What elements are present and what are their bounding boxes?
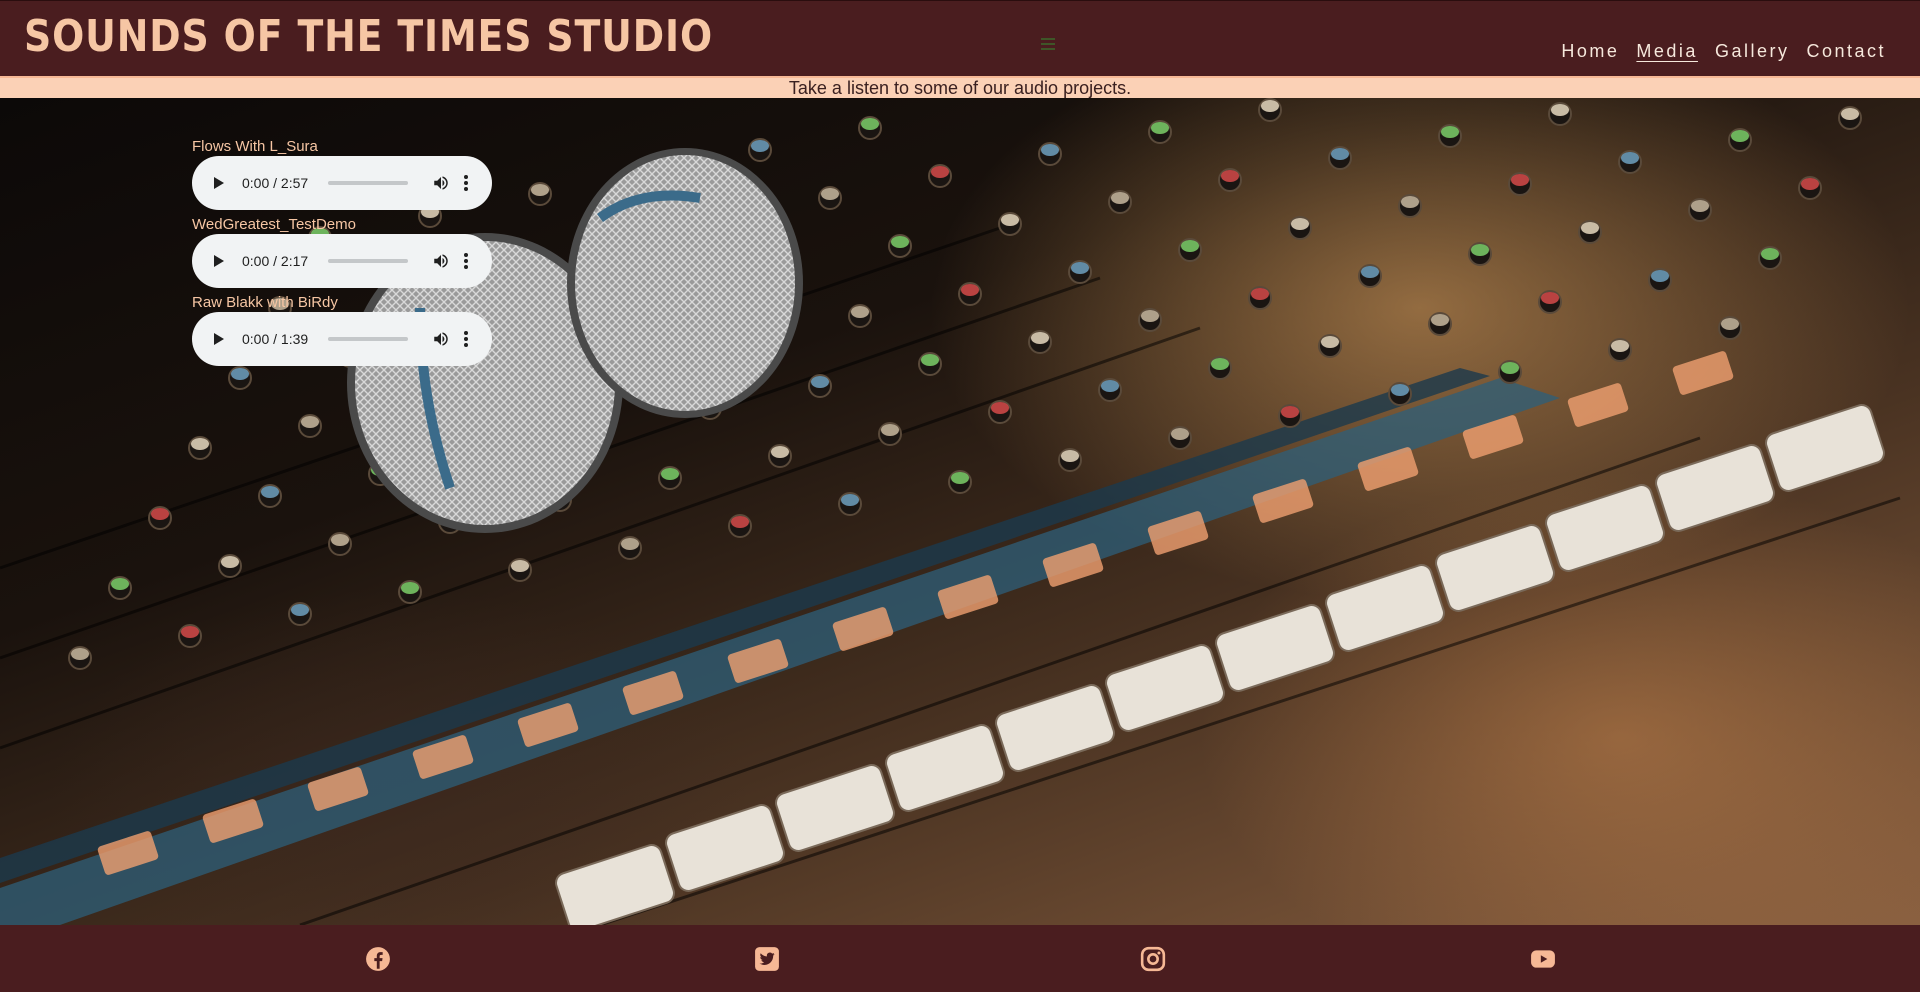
audio-track-list: Flows With L_Sura 0:00 / 2:57 WedGreates… [192,138,492,372]
track-time: 0:00 / 1:39 [242,331,309,347]
play-icon[interactable] [214,177,224,189]
audio-track: Flows With L_Sura 0:00 / 2:57 [192,138,492,210]
site-header: SOUNDS OF THE TIMES STUDIO Home Media Ga… [0,0,1920,76]
volume-icon[interactable] [432,330,450,348]
seek-bar[interactable] [328,337,408,341]
seek-bar[interactable] [328,259,408,263]
audio-player[interactable]: 0:00 / 1:39 [192,312,492,366]
site-footer [0,925,1920,992]
audio-track: Raw Blakk with BiRdy 0:00 / 1:39 [192,294,492,366]
track-title: WedGreatest_TestDemo [192,216,356,233]
audio-player[interactable]: 0:00 / 2:17 [192,234,492,288]
audio-track: WedGreatest_TestDemo 0:00 / 2:17 [192,216,492,288]
play-icon[interactable] [214,333,224,345]
audio-player[interactable]: 0:00 / 2:57 [192,156,492,210]
seek-bar[interactable] [328,181,408,185]
track-time: 0:00 / 2:17 [242,253,309,269]
hamburger-icon[interactable] [1041,38,1055,50]
tagline: Take a listen to some of our audio proje… [0,76,1920,98]
more-options-icon[interactable] [464,331,468,347]
nav-contact[interactable]: Contact [1806,41,1886,62]
nav-gallery[interactable]: Gallery [1715,41,1790,62]
play-icon[interactable] [214,255,224,267]
youtube-icon[interactable] [1529,946,1557,972]
track-title: Raw Blakk with BiRdy [192,294,338,311]
volume-icon[interactable] [432,174,450,192]
nav-media[interactable]: Media [1636,41,1698,62]
more-options-icon[interactable] [464,253,468,269]
track-title: Flows With L_Sura [192,138,318,155]
instagram-icon[interactable] [1140,946,1166,972]
more-options-icon[interactable] [464,175,468,191]
volume-icon[interactable] [432,252,450,270]
site-title[interactable]: SOUNDS OF THE TIMES STUDIO [24,11,713,62]
twitter-icon[interactable] [754,946,780,972]
track-time: 0:00 / 2:57 [242,175,309,191]
nav-home[interactable]: Home [1561,41,1619,62]
main-nav: Home Media Gallery Contact [1561,41,1886,62]
facebook-icon[interactable] [365,946,391,972]
